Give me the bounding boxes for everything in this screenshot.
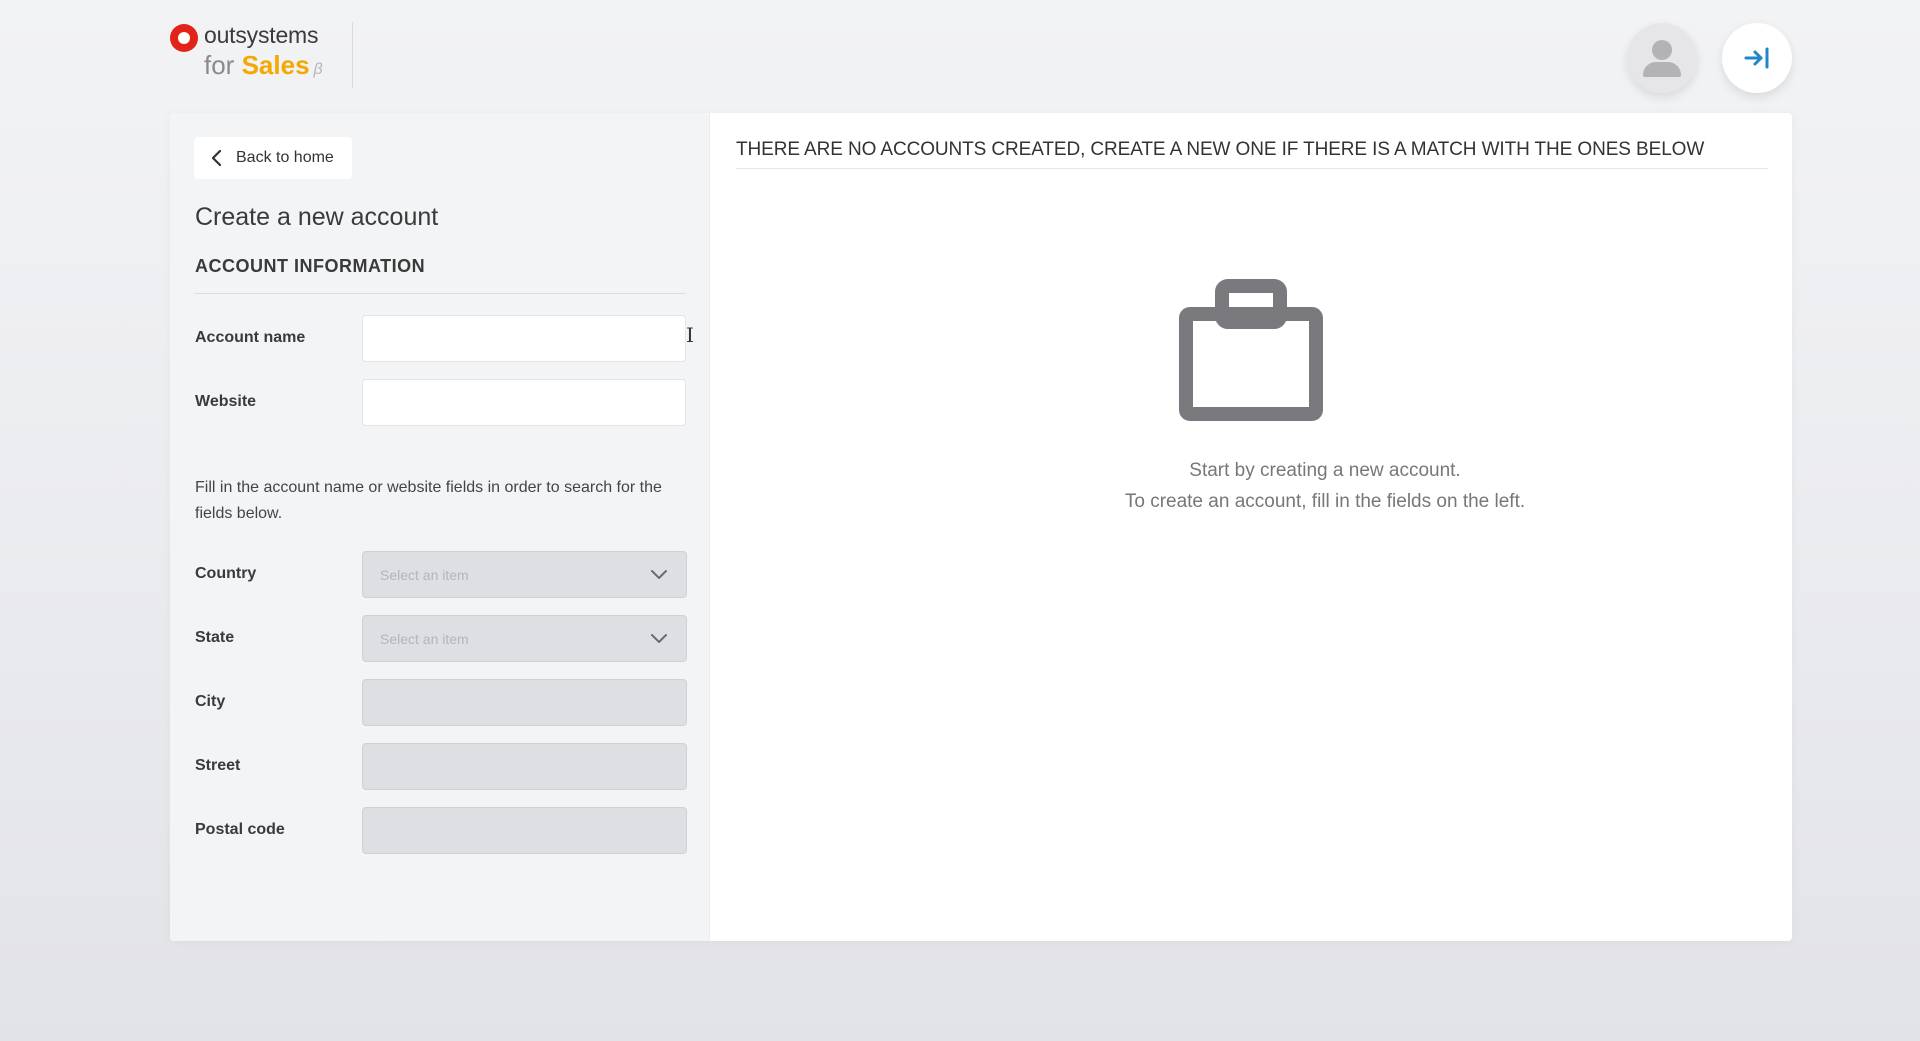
website-label: Website	[195, 393, 257, 410]
user-avatar-icon	[1652, 40, 1672, 60]
logo-brand: Sales	[241, 50, 310, 80]
account-name-input[interactable]	[362, 315, 686, 362]
user-avatar[interactable]	[1627, 23, 1697, 93]
country-select-placeholder: Select an item	[380, 567, 469, 583]
chevron-down-icon	[651, 634, 667, 643]
state-select-placeholder: Select an item	[380, 631, 469, 647]
search-help-text: Fill in the account name or website fiel…	[195, 479, 662, 522]
section-title: ACCOUNT INFORMATION	[195, 256, 426, 276]
street-input	[362, 743, 687, 790]
empty-state-line2: To create an account, fill in the fields…	[1124, 491, 1526, 512]
section-divider	[195, 293, 685, 294]
country-select[interactable]: Select an item	[362, 551, 687, 598]
country-label: Country	[195, 565, 257, 582]
results-header: THERE ARE NO ACCOUNTS CREATED, CREATE A …	[736, 139, 1705, 160]
user-avatar-body	[1643, 62, 1681, 77]
page-title: Create a new account	[195, 203, 439, 231]
briefcase-icon	[1179, 279, 1323, 421]
city-input	[362, 679, 687, 726]
back-to-home-button[interactable]: Back to home	[194, 137, 352, 179]
app-logo[interactable]: outsystems for Sales β	[168, 22, 358, 84]
account-name-label: Account name	[195, 329, 306, 346]
logo-line1: outsystems	[204, 22, 319, 48]
postal-code-input	[362, 807, 687, 854]
logo-beta-mark: β	[313, 61, 323, 78]
results-divider	[736, 168, 1768, 169]
logo-line2: for Sales β	[204, 50, 323, 81]
state-select[interactable]: Select an item	[362, 615, 687, 662]
account-form-panel: Back to home Create a new account ACCOUN…	[170, 113, 710, 941]
logout-button[interactable]	[1722, 23, 1792, 93]
street-label: Street	[195, 757, 241, 774]
outsystems-logo-icon	[170, 24, 198, 52]
main-card: Back to home Create a new account ACCOUN…	[170, 113, 1792, 941]
website-input[interactable]	[362, 379, 686, 426]
text-cursor-icon: I	[686, 323, 694, 347]
state-label: State	[195, 629, 235, 646]
logo-prefix: for	[204, 50, 242, 80]
chevron-down-icon	[651, 570, 667, 579]
header-divider	[352, 22, 353, 88]
back-to-home-label: Back to home	[236, 149, 334, 166]
city-label: City	[195, 693, 226, 710]
logout-arrow-icon	[1744, 47, 1769, 69]
postal-code-label: Postal code	[195, 821, 285, 838]
empty-state-line1: Start by creating a new account.	[1189, 460, 1461, 481]
chevron-left-icon	[211, 150, 222, 166]
